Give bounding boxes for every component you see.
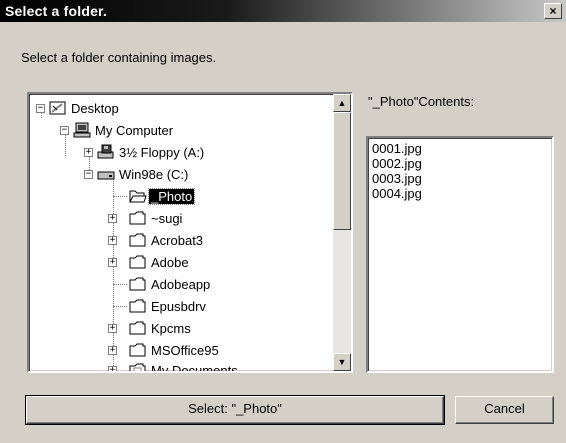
file-item[interactable]: 0002.jpg — [372, 156, 422, 171]
folder-tree: − Desktop − My Computer + 3½ Floppy (A:)… — [29, 94, 333, 371]
tree-item-label: Desktop — [71, 101, 119, 116]
tree-item-label: Epusbdrv — [151, 299, 206, 314]
tree-item-label: 3½ Floppy (A:) — [119, 145, 205, 160]
tree-item-label: Kpcms — [151, 321, 191, 336]
tree-item-label: Adobeapp — [151, 277, 211, 292]
tree-connector — [113, 196, 127, 197]
tree-connector — [65, 134, 66, 156]
select-folder-button[interactable]: Select: "_Photo" — [25, 395, 445, 425]
computer-icon — [73, 122, 91, 138]
folder-icon — [129, 342, 147, 358]
desktop-icon — [49, 100, 67, 116]
tree-item-label: Acrobat3 — [151, 233, 204, 248]
tree-connector — [113, 306, 127, 307]
open-folder-icon — [129, 188, 147, 204]
folder-icon — [129, 232, 147, 248]
expand-toggle[interactable]: + — [108, 258, 117, 267]
scroll-down-button[interactable]: ▼ — [333, 353, 351, 371]
instruction-text: Select a folder containing images. — [21, 50, 217, 65]
tree-item-label: Adobe — [151, 255, 189, 270]
tree-item-label: My Computer — [95, 123, 174, 138]
tree-connector — [113, 284, 127, 285]
folder-tree-panel[interactable]: − Desktop − My Computer + 3½ Floppy (A:)… — [27, 92, 353, 373]
file-item[interactable]: 0003.jpg — [372, 171, 422, 186]
tree-scrollbar[interactable]: ▲ ▼ — [333, 94, 351, 371]
expand-toggle[interactable]: + — [108, 214, 117, 223]
tree-item-label: Win98e (C:) — [119, 167, 189, 182]
tree-item-label: My Documents — [151, 363, 238, 371]
tree-item-label: _Photo — [147, 188, 196, 205]
folder-icon — [129, 298, 147, 314]
cancel-button[interactable]: Cancel — [455, 396, 554, 424]
contents-list-panel[interactable]: 0001.jpg 0002.jpg 0003.jpg 0004.jpg — [366, 136, 554, 373]
scroll-up-button[interactable]: ▲ — [333, 94, 351, 112]
title-bar: Select a folder. × — [0, 0, 566, 22]
expand-toggle[interactable]: + — [84, 148, 93, 157]
file-list: 0001.jpg 0002.jpg 0003.jpg 0004.jpg — [372, 141, 422, 201]
close-button[interactable]: × — [544, 3, 562, 19]
file-item[interactable]: 0001.jpg — [372, 141, 422, 156]
folder-icon — [129, 276, 147, 292]
collapse-toggle[interactable]: − — [84, 170, 93, 179]
contents-heading: "_Photo"Contents: — [368, 94, 475, 109]
folder-icon — [129, 210, 147, 226]
hard-drive-icon — [97, 166, 115, 182]
folder-icon — [129, 254, 147, 270]
window-title: Select a folder. — [5, 3, 108, 19]
tree-item-label: ~sugi — [151, 211, 183, 226]
collapse-toggle[interactable]: − — [36, 104, 45, 113]
documents-folder-icon — [129, 362, 147, 371]
file-item[interactable]: 0004.jpg — [372, 186, 422, 201]
tree-item-label: MSOffice95 — [151, 343, 219, 358]
expand-toggle[interactable]: + — [108, 324, 117, 333]
scroll-thumb[interactable] — [333, 112, 351, 230]
expand-toggle[interactable]: + — [108, 346, 117, 355]
folder-icon — [129, 320, 147, 336]
expand-toggle[interactable]: + — [108, 366, 117, 371]
collapse-toggle[interactable]: − — [60, 126, 69, 135]
floppy-drive-icon — [97, 144, 115, 160]
expand-toggle[interactable]: + — [108, 236, 117, 245]
tree-connector — [113, 178, 114, 371]
